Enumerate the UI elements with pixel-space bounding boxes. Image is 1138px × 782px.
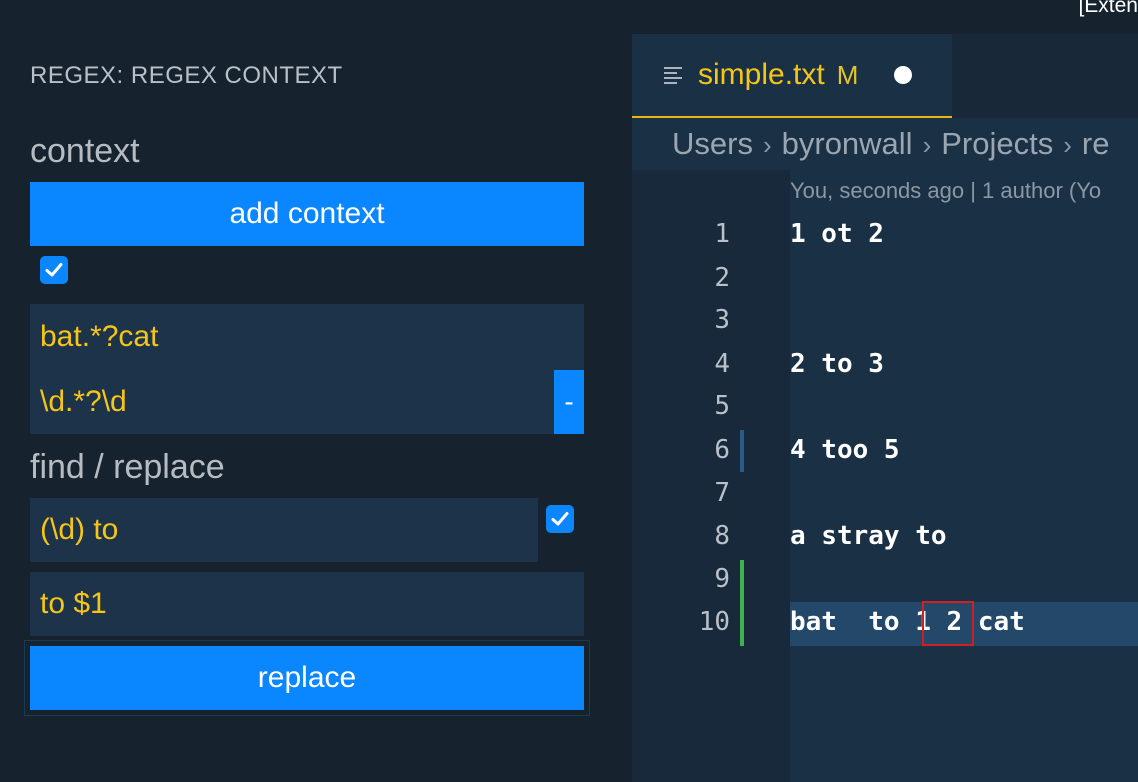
line-number: 1 (714, 219, 730, 249)
text-file-icon (664, 67, 682, 84)
line-number: 10 (698, 607, 730, 637)
window-title: [Exten (1074, 0, 1138, 18)
line-number: 8 (714, 521, 730, 551)
checkmark-icon (551, 512, 569, 526)
line-number: 7 (714, 478, 730, 508)
breadcrumb-item[interactable]: Projects (941, 126, 1053, 161)
add-context-button[interactable]: add context (30, 182, 584, 246)
replace-button[interactable]: replace (30, 646, 584, 710)
breadcrumb-item[interactable]: Users (672, 126, 753, 161)
chevron-right-icon: › (762, 130, 772, 160)
line-number: 5 (714, 391, 730, 421)
chevron-right-icon: › (1063, 130, 1072, 160)
context-pattern-input[interactable]: \d.*?\d (30, 370, 554, 434)
line-number: 3 (714, 305, 730, 335)
editor-pane: simple.txt M Users › byronwall › Projects › re… (632, 34, 1138, 782)
chevron-right-icon: › (922, 130, 932, 160)
tab-filename: simple.txt (698, 58, 825, 91)
code-line[interactable]: 2 to 3 (790, 349, 884, 379)
context-heading: context (30, 132, 140, 170)
code-line[interactable]: 1 ot 2 (790, 219, 884, 249)
modified-badge: M (836, 59, 859, 90)
context-enabled-checkbox[interactable] (40, 256, 68, 284)
modified-line-marker[interactable] (740, 430, 744, 472)
line-number: 2 (714, 263, 730, 293)
tab-simple-txt[interactable]: simple.txt M (632, 34, 952, 118)
replace-input[interactable]: to $1 (30, 572, 584, 636)
code-line[interactable]: bat to 1 2 cat (790, 607, 1025, 637)
panel-title: REGEX: REGEX CONTEXT (30, 62, 343, 89)
find-regex-checkbox[interactable] (546, 505, 574, 533)
breadcrumb-item[interactable]: byronwall (782, 126, 913, 161)
code-line[interactable]: a stray to (790, 521, 947, 551)
code-line[interactable]: 4 too 5 (790, 435, 900, 465)
unsaved-dot-icon[interactable] (894, 66, 913, 84)
line-number: 9 (714, 564, 730, 594)
regex-sidebar: REGEX: REGEX CONTEXT context add context… (0, 0, 632, 782)
context-pattern-input[interactable]: bat.*?cat (30, 304, 584, 370)
line-number-gutter (632, 170, 790, 782)
checkmark-icon (45, 263, 63, 277)
tab-bar: simple.txt M (632, 34, 1138, 118)
regex-match-highlight (922, 601, 974, 646)
line-number: 4 (714, 349, 730, 379)
line-number: 6 (714, 435, 730, 465)
git-blame-annotation[interactable]: You, seconds ago | 1 author (Yo (790, 178, 1101, 204)
find-input[interactable]: (\d) to (30, 498, 538, 562)
remove-context-button[interactable]: - (554, 370, 584, 434)
added-lines-marker[interactable] (740, 560, 744, 646)
find-replace-heading: find / replace (30, 448, 225, 486)
breadcrumb: Users › byronwall › Projects › re (672, 126, 1109, 162)
breadcrumb-item[interactable]: re (1082, 126, 1110, 161)
